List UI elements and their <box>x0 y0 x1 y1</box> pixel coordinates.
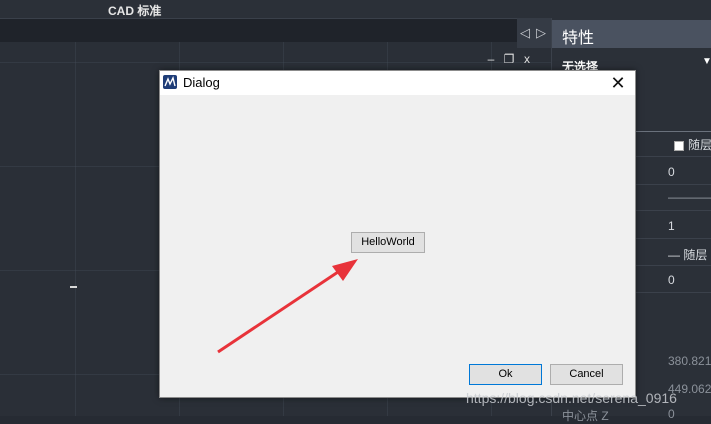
annotation-arrow <box>217 259 358 354</box>
watermark: https://blog.csdn.net/serena_0916 <box>466 390 677 406</box>
arrow-head-icon <box>332 259 358 281</box>
arrow-shaft <box>217 266 345 354</box>
